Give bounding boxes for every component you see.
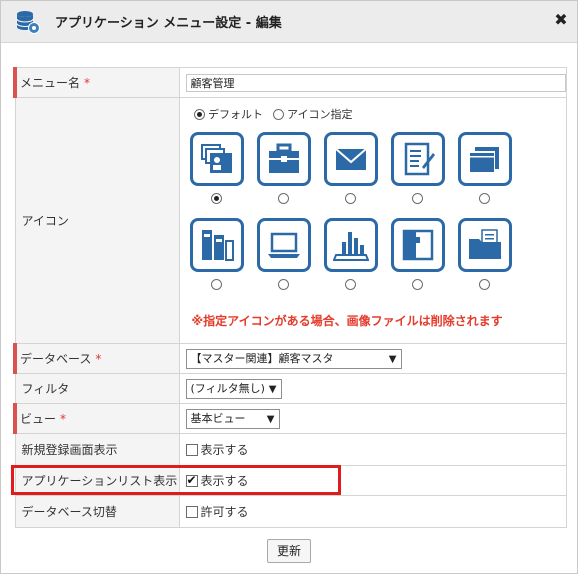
binder-icon xyxy=(201,230,234,261)
icon-option-folder[interactable] xyxy=(457,218,514,296)
icon-grid xyxy=(186,132,566,308)
icon-radio[interactable] xyxy=(411,279,423,290)
icon-radio[interactable] xyxy=(344,279,356,290)
icon-mode-group: デフォルト アイコン指定 xyxy=(186,98,567,122)
row-app-list: アプリケーションリスト表示 表示する xyxy=(14,465,567,496)
menu-name-input[interactable] xyxy=(185,73,566,92)
row-database: データベース * 【マスター関連】顧客マスタ ▼ xyxy=(13,343,567,374)
row-new-record-screen: 新規登録画面表示 表示する xyxy=(14,433,567,466)
icon-option-contacts[interactable] xyxy=(189,132,246,210)
document-edit-icon xyxy=(404,142,435,176)
laptop-icon xyxy=(267,232,300,258)
settings-form: メニュー名* アイコン デフォルト アイコン指定 xyxy=(13,67,567,528)
database-settings-icon xyxy=(16,11,40,34)
icon-radio[interactable] xyxy=(344,193,356,204)
icon-option-laptop[interactable] xyxy=(256,218,313,296)
required-mark: * xyxy=(95,352,102,366)
edit-dialog: アプリケーション メニュー設定 - 編集 ✖ メニュー名* アイコン デフォルト… xyxy=(0,0,578,574)
view-select[interactable]: 基本ビュー ▼ xyxy=(185,408,280,429)
row-filter: フィルタ (フィルタ無し) ▼ xyxy=(14,373,567,404)
icon-radio[interactable] xyxy=(478,279,490,290)
app-list-label: アプリケーションリスト表示 xyxy=(14,465,180,496)
icon-radio[interactable] xyxy=(411,193,423,204)
required-mark: * xyxy=(60,412,67,426)
book-icon xyxy=(402,229,433,261)
dialog-title: アプリケーション メニュー設定 - 編集 xyxy=(55,16,282,31)
menu-name-label: メニュー名 * xyxy=(13,67,180,98)
icon-option-document-edit[interactable] xyxy=(390,132,447,210)
custom-icon-radio-label: アイコン指定 xyxy=(287,108,353,121)
row-menu-name: メニュー名 * xyxy=(13,67,567,98)
mail-icon xyxy=(334,148,367,170)
icon-radio[interactable] xyxy=(277,193,289,204)
view-label: ビュー * xyxy=(13,403,180,434)
custom-icon-radio[interactable] xyxy=(272,109,284,120)
icon-option-bar-chart[interactable] xyxy=(323,218,380,296)
title-bar: アプリケーション メニュー設定 - 編集 ✖ xyxy=(1,1,577,43)
icon-radio[interactable] xyxy=(478,193,490,204)
database-select[interactable]: 【マスター関連】顧客マスタ ▼ xyxy=(185,348,402,369)
icon-radio[interactable] xyxy=(210,279,222,290)
icon-option-toolbox[interactable] xyxy=(256,132,313,210)
chevron-down-icon: ▼ xyxy=(268,383,277,395)
contacts-icon xyxy=(200,144,232,173)
row-view: ビュー * 基本ビュー ▼ xyxy=(13,403,567,434)
chevron-down-icon: ▼ xyxy=(388,353,397,365)
icon-label: アイコン xyxy=(14,97,180,344)
required-mark: * xyxy=(84,76,91,90)
update-button[interactable]: 更新 xyxy=(267,539,311,563)
box-icon xyxy=(469,147,499,172)
filter-label: フィルタ xyxy=(14,373,180,404)
filter-select[interactable]: (フィルタ無し) ▼ xyxy=(185,378,282,399)
icon-radio[interactable] xyxy=(210,193,222,204)
icon-option-binder[interactable] xyxy=(189,218,246,296)
default-radio-label: デフォルト xyxy=(208,108,263,121)
app-list-checkbox[interactable] xyxy=(185,473,198,487)
toolbox-icon xyxy=(268,143,299,173)
row-db-switch: データベース切替 許可する xyxy=(14,495,567,528)
new-record-screen-checkbox[interactable] xyxy=(185,444,198,456)
icon-radio[interactable] xyxy=(277,279,289,290)
row-icon: アイコン デフォルト アイコン指定 ※指定アイコンがある場合、画像ファイルは削除… xyxy=(14,97,567,344)
default-radio[interactable] xyxy=(193,109,205,120)
db-switch-checkbox[interactable] xyxy=(185,506,198,518)
db-switch-label: データベース切替 xyxy=(14,495,180,528)
icon-option-box[interactable] xyxy=(457,132,514,210)
close-button[interactable]: ✖ xyxy=(553,11,569,29)
new-record-screen-label: 新規登録画面表示 xyxy=(14,433,180,466)
chevron-down-icon: ▼ xyxy=(266,413,275,425)
bar-chart-icon xyxy=(332,232,369,261)
database-label: データベース * xyxy=(13,343,180,374)
folder-icon xyxy=(468,229,501,259)
icon-option-mail[interactable] xyxy=(323,132,380,210)
icon-option-book[interactable] xyxy=(390,218,447,296)
icon-warning-text: ※指定アイコンがある場合、画像ファイルは削除されます xyxy=(191,314,503,328)
